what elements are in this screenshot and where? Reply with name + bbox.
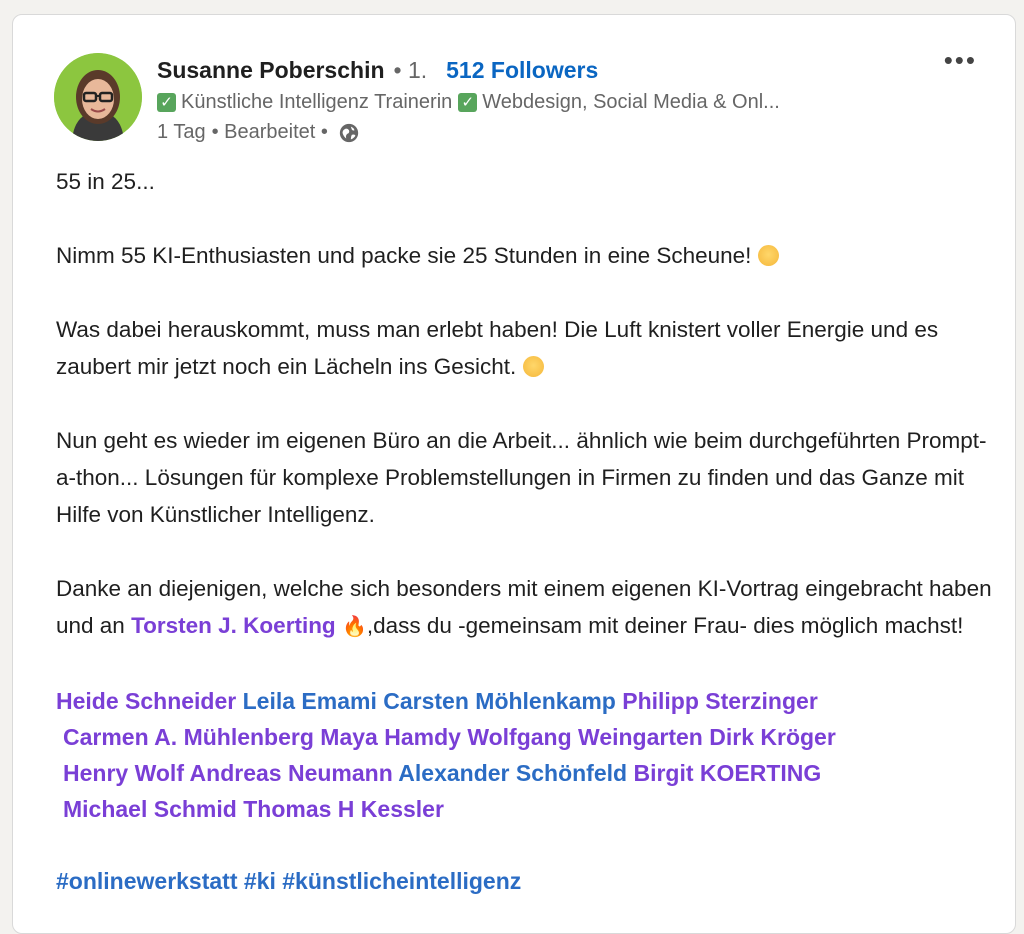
linkedin-post-card: Susanne Poberschin • 1. 512 Followers ✓ … bbox=[12, 14, 1016, 934]
mention-link[interactable]: Torsten J. Koerting bbox=[131, 613, 336, 638]
mention-link[interactable]: Carmen A. Mühlenberg bbox=[63, 724, 314, 750]
mention-link[interactable]: Michael Schmid bbox=[63, 796, 237, 822]
upside-down-face-emoji-icon bbox=[757, 245, 779, 266]
post-meta: 1 Tag • Bearbeitet • bbox=[157, 121, 360, 144]
mention-link[interactable]: Dirk Kröger bbox=[709, 724, 836, 750]
edited-label: • Bearbeitet • bbox=[211, 121, 328, 143]
headline-part-2: Webdesign, Social Media & Onl... bbox=[482, 91, 780, 113]
post-paragraph: 55 in 25... bbox=[56, 169, 155, 194]
mention-link[interactable]: Alexander Schönfeld bbox=[398, 760, 627, 786]
mention-link[interactable]: Andreas Neumann bbox=[190, 760, 393, 786]
connection-degree: • 1. bbox=[393, 57, 428, 83]
post-text: ,dass du -gemeinsam mit deiner Frau- die… bbox=[366, 613, 964, 638]
avatar-photo bbox=[54, 53, 142, 141]
more-options-icon[interactable]: ••• bbox=[944, 45, 977, 76]
post-paragraph: Nimm 55 KI-Enthusiasten und packe sie 25… bbox=[56, 237, 996, 274]
mentions-row: Michael Schmid Thomas H Kessler bbox=[56, 791, 996, 827]
mentions-row: Carmen A. Mühlenberg Maya Hamdy Wolfgang… bbox=[56, 719, 996, 755]
hashtag-link[interactable]: #onlinewerkstatt bbox=[56, 868, 238, 894]
fire-emoji-icon: 🔥 bbox=[341, 616, 367, 638]
mention-link[interactable]: Birgit KOERTING bbox=[633, 760, 821, 786]
mentions-list: Heide Schneider Leila Emami Carsten Möhl… bbox=[56, 683, 996, 827]
mention-link[interactable]: Henry Wolf bbox=[63, 760, 184, 786]
followers-count[interactable]: 512 Followers bbox=[446, 57, 598, 84]
post-paragraph: Danke an diejenigen, welche sich besonde… bbox=[56, 570, 996, 646]
smiling-face-emoji-icon bbox=[522, 356, 544, 377]
post-body: 55 in 25... Nimm 55 KI-Enthusiasten und … bbox=[56, 163, 996, 900]
mentions-row: Henry Wolf Andreas Neumann Alexander Sch… bbox=[56, 755, 996, 791]
hashtags: #onlinewerkstatt #ki #künstlicheintellig… bbox=[56, 863, 996, 900]
globe-icon bbox=[339, 123, 359, 142]
mention-link[interactable]: Leila Emami bbox=[243, 688, 377, 714]
hashtag-link[interactable]: #künstlicheintelligenz bbox=[282, 868, 521, 894]
mentions-row: Heide Schneider Leila Emami Carsten Möhl… bbox=[56, 683, 996, 719]
mention-link[interactable]: Philipp Sterzinger bbox=[622, 688, 818, 714]
author-avatar[interactable] bbox=[54, 53, 142, 141]
mention-link[interactable]: Wolfgang Weingarten bbox=[467, 724, 703, 750]
author-headline: ✓ Künstliche Intelligenz Trainerin ✓ Web… bbox=[157, 91, 780, 114]
post-paragraph: Was dabei herauskommt, muss man erlebt h… bbox=[56, 311, 996, 385]
mention-link[interactable]: Thomas H Kessler bbox=[243, 796, 444, 822]
post-time: 1 Tag bbox=[157, 121, 206, 143]
check-mark-icon: ✓ bbox=[157, 93, 176, 112]
author-name[interactable]: Susanne Poberschin bbox=[157, 57, 385, 84]
post-text: Nimm 55 KI-Enthusiasten und packe sie 25… bbox=[56, 243, 752, 268]
check-mark-icon: ✓ bbox=[458, 93, 478, 112]
post-text: Was dabei herauskommt, muss man erlebt h… bbox=[56, 317, 939, 379]
headline-part-1: Künstliche Intelligenz Trainerin bbox=[181, 91, 453, 113]
mention-link[interactable]: Heide Schneider bbox=[56, 688, 236, 714]
mention-link[interactable]: Maya Hamdy bbox=[320, 724, 461, 750]
author-header: Susanne Poberschin • 1. 512 Followers bbox=[157, 57, 598, 84]
hashtag-link[interactable]: #ki bbox=[244, 868, 276, 894]
post-paragraph: Nun geht es wieder im eigenen Büro an di… bbox=[56, 428, 987, 527]
mention-link[interactable]: Carsten Möhlenkamp bbox=[383, 688, 616, 714]
